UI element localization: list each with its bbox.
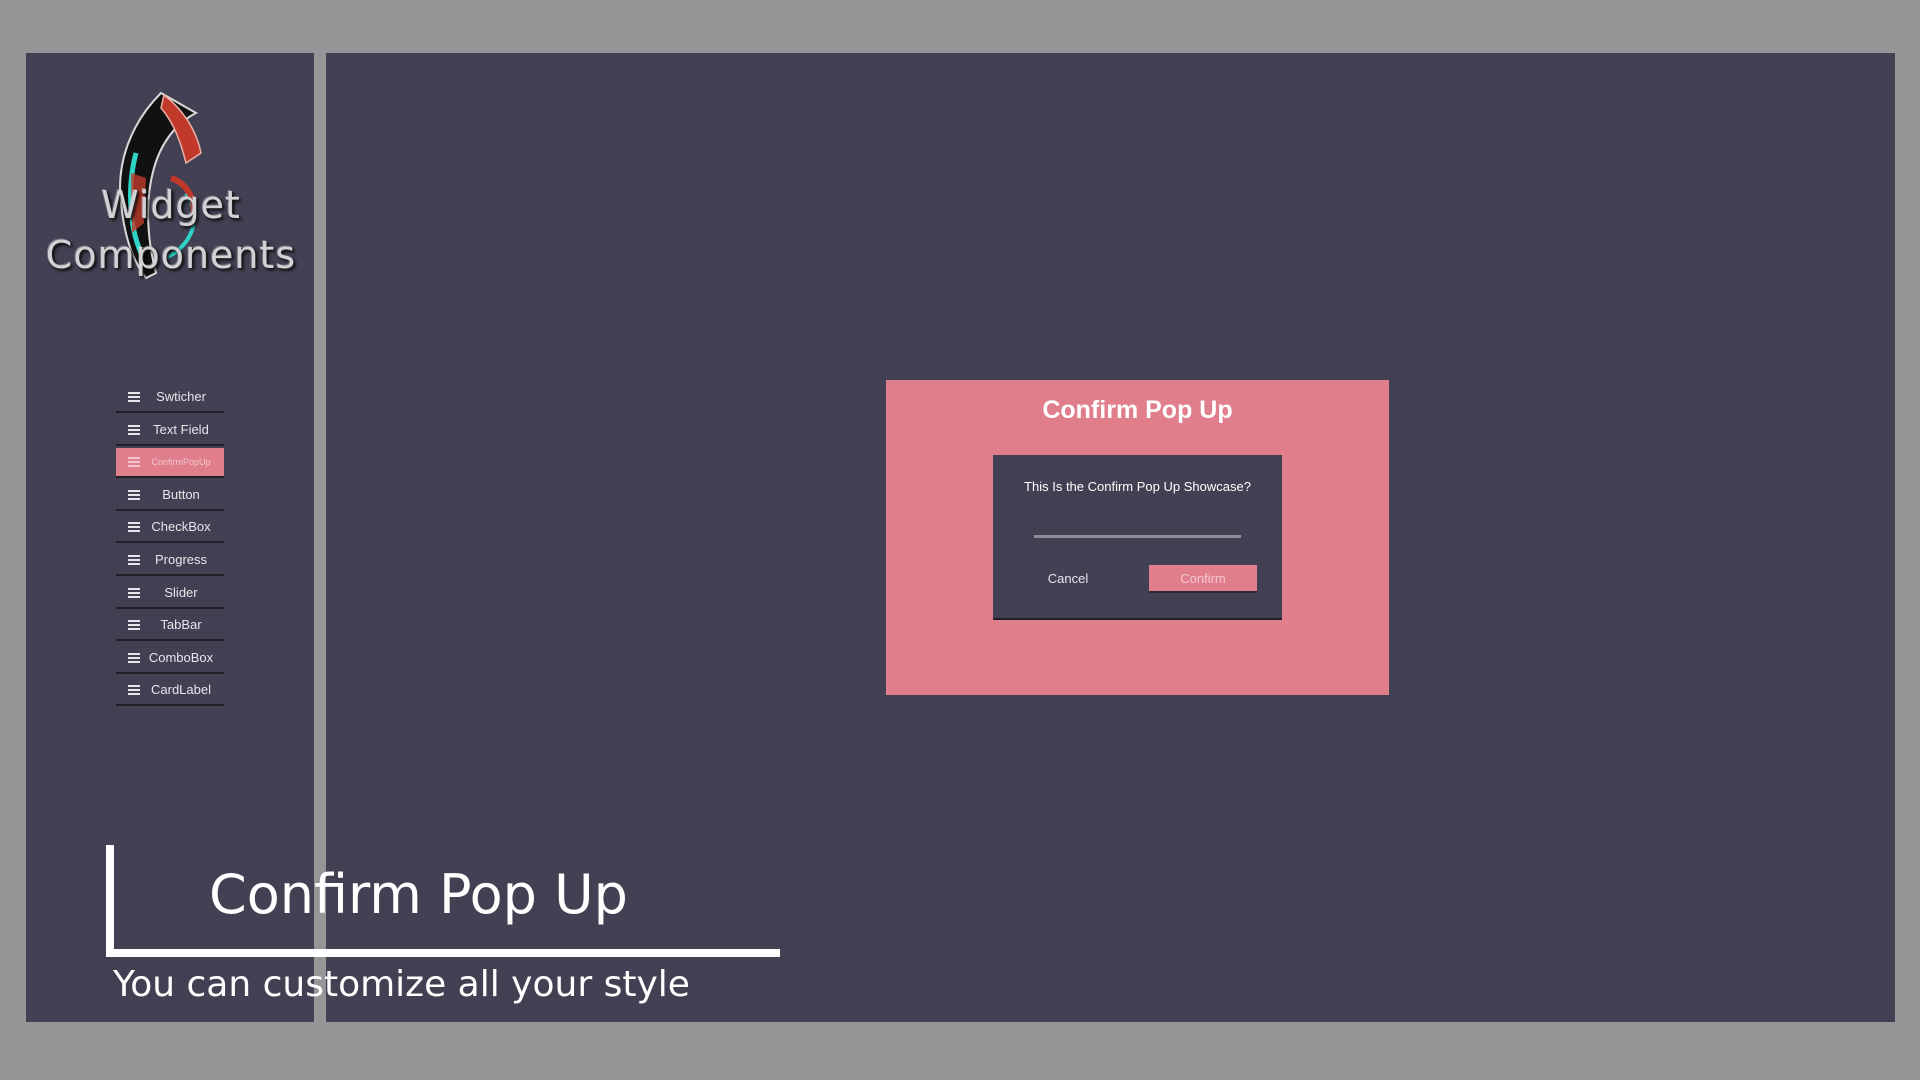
logo-title-line1: Widget xyxy=(101,183,241,227)
cancel-button[interactable]: Cancel xyxy=(1028,565,1108,591)
app-window: Widget Components Swticher Text Field Co… xyxy=(26,53,1895,1022)
hamburger-icon xyxy=(128,522,140,533)
sidebar-item-button[interactable]: Button xyxy=(116,481,224,511)
sidebar-item-combobox[interactable]: ComboBox xyxy=(116,644,224,674)
sidebar-item-switcher[interactable]: Swticher xyxy=(116,383,224,413)
hamburger-icon xyxy=(128,424,140,435)
sidebar-item-label: CheckBox xyxy=(151,519,211,535)
showcase-title: Confirm Pop Up xyxy=(1042,396,1233,424)
sidebar-item-label: Text Field xyxy=(153,421,209,437)
sidebar-item-label: Swticher xyxy=(156,389,206,404)
sidebar-item-label: Progress xyxy=(154,551,208,567)
sidebar-item-checkbox[interactable]: CheckBox xyxy=(116,513,224,544)
confirm-popup-dialog: This Is the Confirm Pop Up Showcase? Can… xyxy=(993,455,1282,620)
popup-message: This Is the Confirm Pop Up Showcase? xyxy=(1024,479,1251,494)
sidebar-item-label: Slider xyxy=(164,584,198,600)
sidebar-item-label: Button xyxy=(162,486,200,502)
sidebar-item-cardlabel[interactable]: CardLabel xyxy=(116,676,224,707)
hamburger-icon xyxy=(128,652,140,663)
sidebar-menu: Swticher Text Field ConfirmPopUp Button … xyxy=(116,383,224,709)
hamburger-icon xyxy=(128,685,140,696)
confirm-button[interactable]: Confirm xyxy=(1149,565,1257,593)
caption-title: Confirm Pop Up xyxy=(209,863,628,926)
sidebar-item-label: TabBar xyxy=(160,617,202,633)
sidebar-item-progress[interactable]: Progress xyxy=(116,546,224,576)
popup-divider xyxy=(1034,535,1241,538)
hamburger-icon xyxy=(128,620,140,631)
logo-title-line2: Components xyxy=(45,233,297,277)
sidebar-item-text-field[interactable]: Text Field xyxy=(116,416,224,446)
sidebar-item-tabbar[interactable]: TabBar xyxy=(116,611,224,642)
hamburger-icon xyxy=(128,457,140,468)
app-logo: Widget Components xyxy=(36,83,306,283)
hamburger-icon xyxy=(128,489,140,500)
sidebar-item-label: ComboBox xyxy=(148,649,214,665)
confirm-popup-showcase: Confirm Pop Up This Is the Confirm Pop U… xyxy=(886,380,1389,695)
hamburger-icon xyxy=(128,554,140,565)
hamburger-icon xyxy=(128,587,140,598)
sidebar-item-confirm-popup[interactable]: ConfirmPopUp xyxy=(116,448,224,479)
caption-subtitle: You can customize all your style xyxy=(113,964,690,1005)
sidebar-item-slider[interactable]: Slider xyxy=(116,579,224,609)
hamburger-icon xyxy=(128,392,140,402)
sidebar-item-label: ConfirmPopUp xyxy=(151,457,211,468)
sidebar-item-label: CardLabel xyxy=(151,682,211,698)
